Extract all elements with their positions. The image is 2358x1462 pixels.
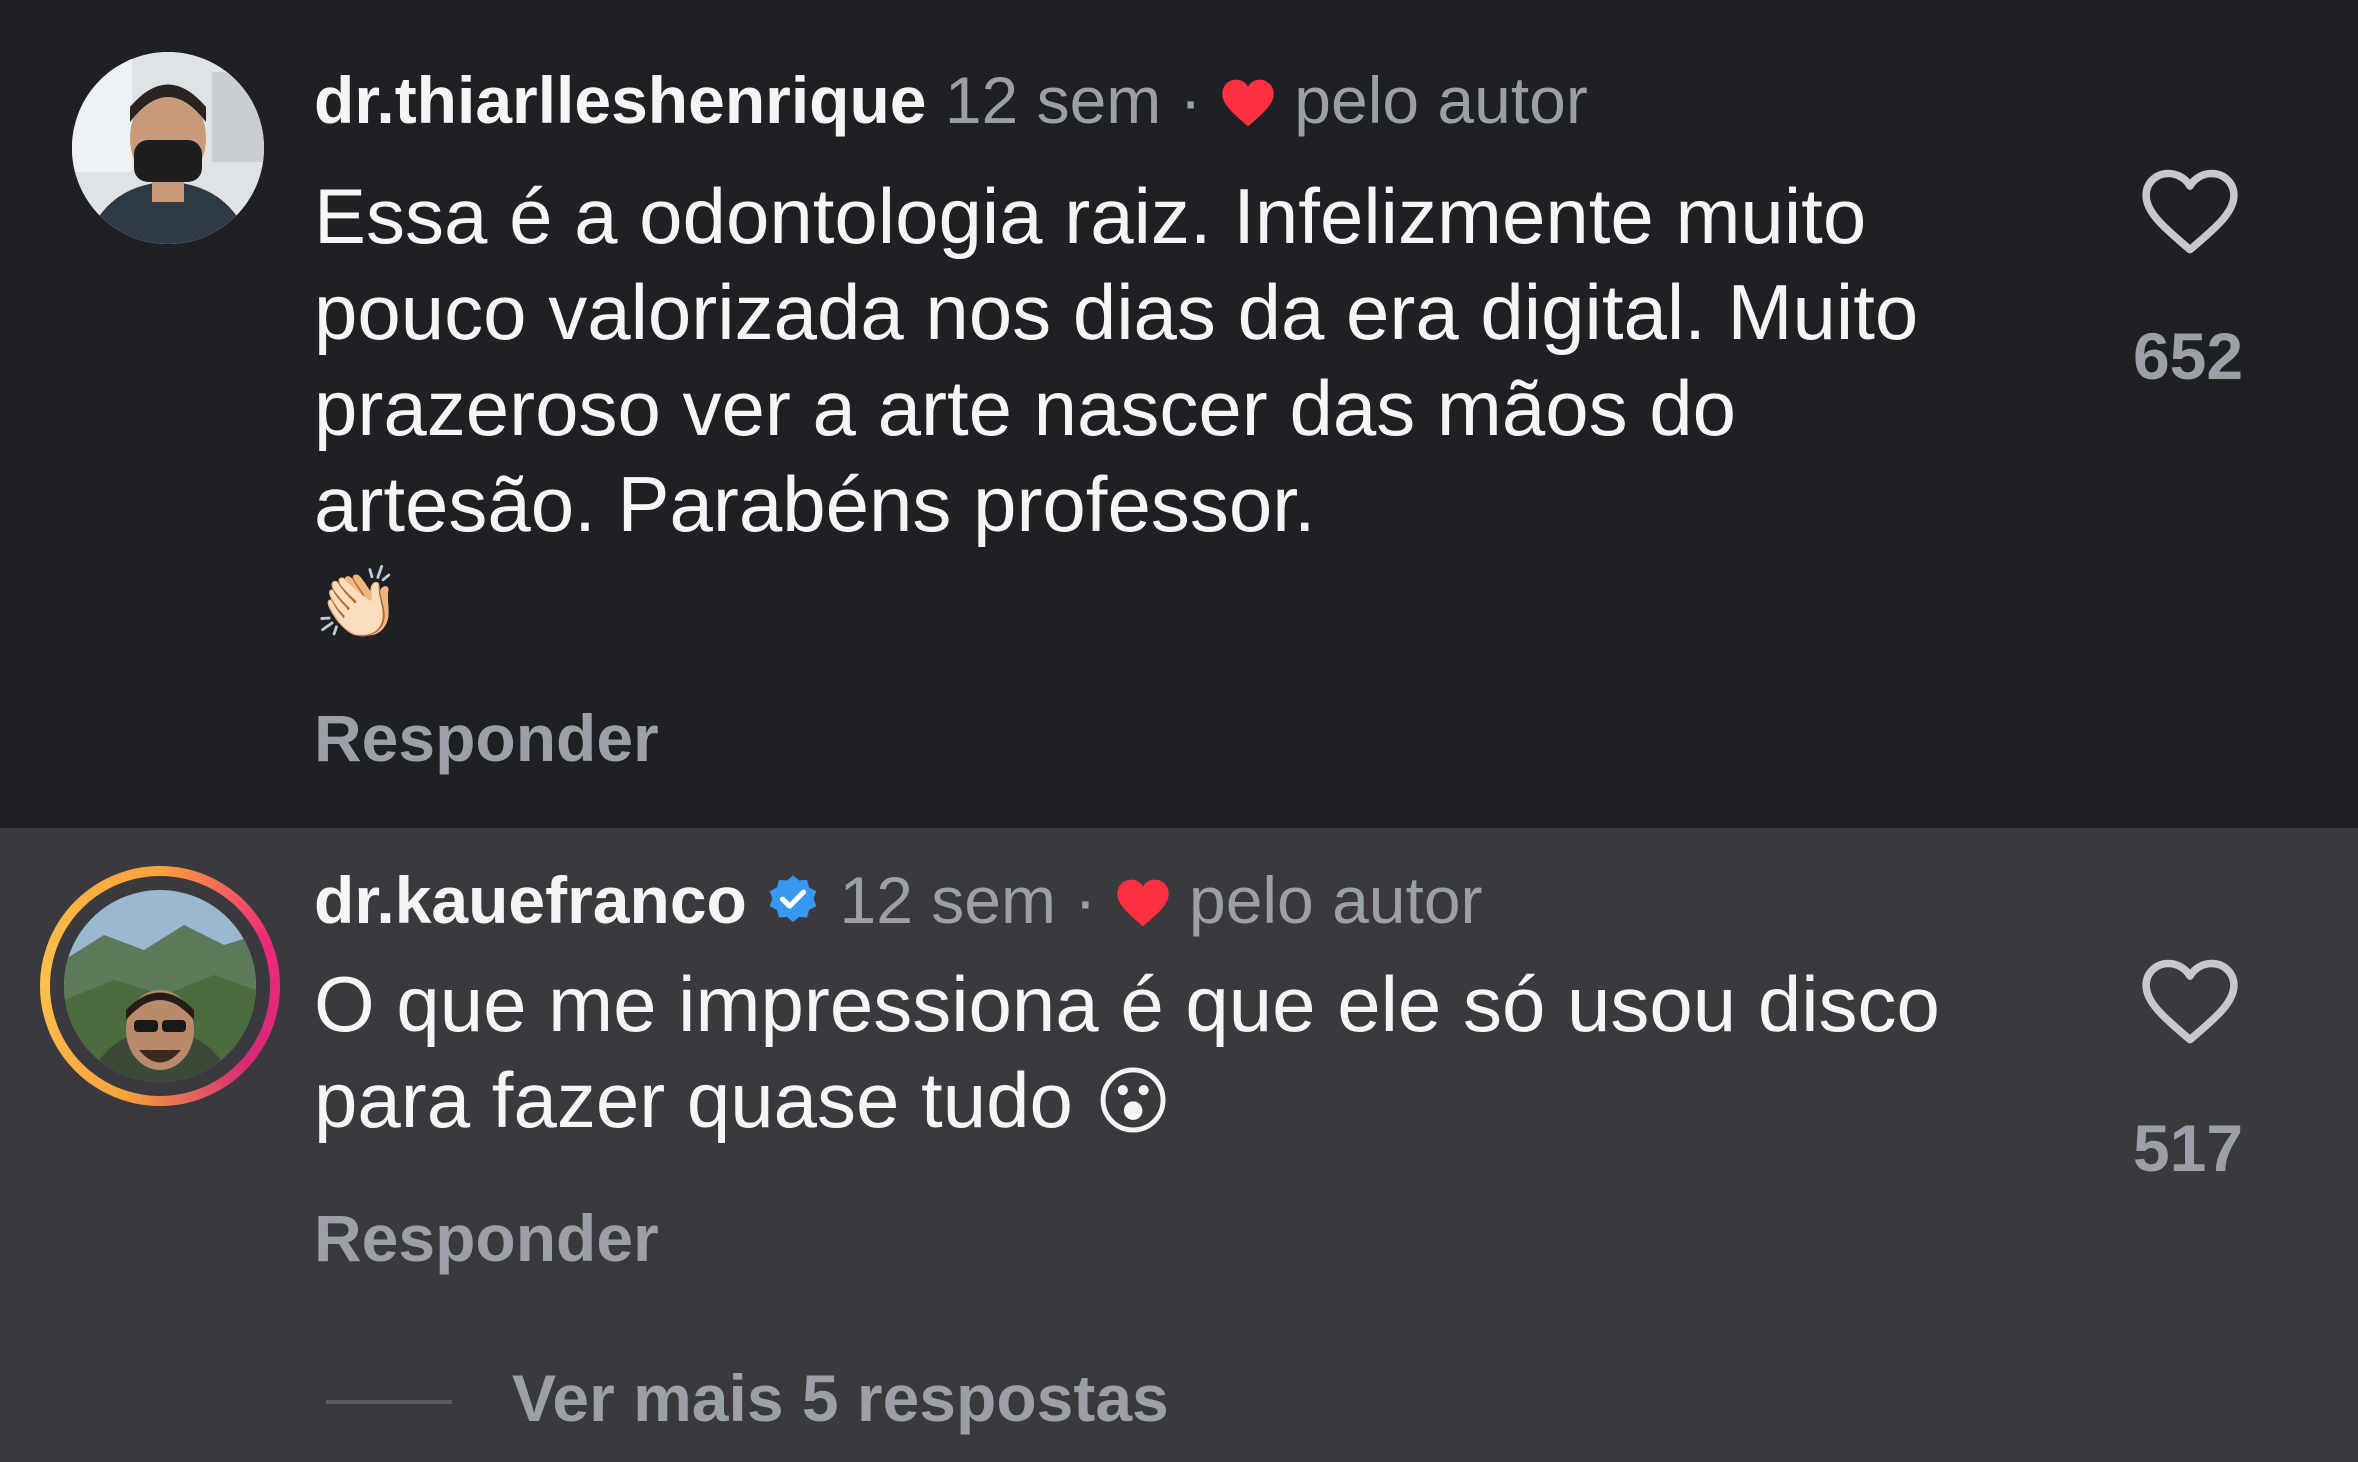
separator: · [1179, 63, 1202, 137]
comment-body: Essa é a odontologia raiz. Infelizmente … [314, 172, 1919, 548]
like-outline-icon[interactable] [2138, 956, 2242, 1048]
comment-header: dr.thiarlleshenrique 12 sem · pelo autor [314, 60, 1588, 146]
view-more-replies-button[interactable]: Ver mais 5 respostas [512, 1360, 1169, 1436]
comment-text: Essa é a odontologia raiz. Infelizmente … [314, 168, 2014, 651]
reply-button[interactable]: Responder [314, 1200, 659, 1276]
avatar-image [72, 52, 264, 244]
comment-item: dr.thiarlleshenrique 12 sem · pelo autor… [0, 0, 2358, 828]
like-outline-icon[interactable] [2138, 166, 2242, 258]
timestamp: 12 sem [839, 863, 1056, 937]
surprised-emoji: 😮 [1094, 1060, 1172, 1143]
like-count[interactable]: 517 [2088, 1110, 2288, 1186]
reply-button[interactable]: Responder [314, 700, 659, 776]
timestamp: 12 sem [944, 63, 1162, 137]
liked-by-author-label: pelo autor [1188, 863, 1483, 937]
username[interactable]: dr.kauefranco [314, 863, 747, 937]
avatar-image [64, 890, 256, 1082]
comment-text: O que me impressiona é que ele só usou d… [314, 956, 2034, 1150]
separator: · [1074, 863, 1097, 937]
comment-item: dr.kauefranco 12 sem · pelo autor O que … [0, 828, 2358, 1462]
like-count[interactable]: 652 [2088, 318, 2288, 394]
liked-by-author-label: pelo autor [1294, 63, 1588, 137]
replies-divider [326, 1400, 452, 1404]
avatar[interactable] [64, 890, 256, 1082]
heart-icon [1115, 866, 1171, 946]
clap-emoji: 👏🏻 [314, 564, 402, 642]
verified-badge-icon [765, 866, 821, 946]
avatar[interactable] [72, 52, 264, 244]
heart-icon [1220, 66, 1276, 146]
comment-header: dr.kauefranco 12 sem · pelo autor [314, 860, 1483, 946]
username[interactable]: dr.thiarlleshenrique [314, 63, 927, 137]
